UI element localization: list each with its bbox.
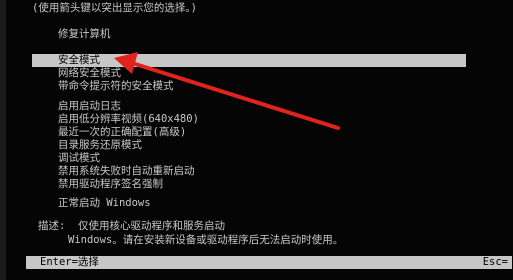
menu-item-safe-mode-networking[interactable]: 网络安全模式 <box>58 67 121 80</box>
menu-item-start-normally[interactable]: 正常启动 Windows <box>58 197 151 210</box>
boot-options-screen: (使用箭头键以突出显示您的选择。) 修复计算机 安全模式 网络安全模式 带命令提… <box>0 0 513 280</box>
menu-item-disable-driver-signature[interactable]: 禁用驱动程序签名强制 <box>58 178 163 191</box>
menu-item-directory-restore[interactable]: 目录服务还原模式 <box>58 139 142 152</box>
description-line-1: 仅使用核心驱动程序和服务启动 <box>78 220 225 232</box>
menu-item-disable-auto-restart[interactable]: 禁用系统失败时自动重新启动 <box>58 165 195 178</box>
description-label: 描述: <box>38 220 66 232</box>
enter-select-hint: Enter=选择 <box>40 256 99 268</box>
menu-item-repair-computer[interactable]: 修复计算机 <box>58 28 111 41</box>
status-bar: Enter=选择 Esc= <box>26 256 512 269</box>
menu-item-safe-mode[interactable]: 安全模式 <box>32 54 466 67</box>
esc-hint: Esc= <box>482 256 508 268</box>
description-line-2: Windows。请在安装新设备或驱动程序后无法启动时使用。 <box>68 234 344 246</box>
menu-item-debugging[interactable]: 调试模式 <box>58 152 100 165</box>
left-edge <box>0 0 6 280</box>
menu-item-last-known-good[interactable]: 最近一次的正确配置(高级) <box>58 126 186 139</box>
menu-item-safe-mode-command-prompt[interactable]: 带命令提示符的安全模式 <box>58 80 174 93</box>
menu-item-low-res-video[interactable]: 启用低分辨率视频(640x480) <box>58 113 199 126</box>
menu-item-boot-logging[interactable]: 启用启动日志 <box>58 100 121 113</box>
navigation-hint: (使用箭头键以突出显示您的选择。) <box>32 2 197 14</box>
